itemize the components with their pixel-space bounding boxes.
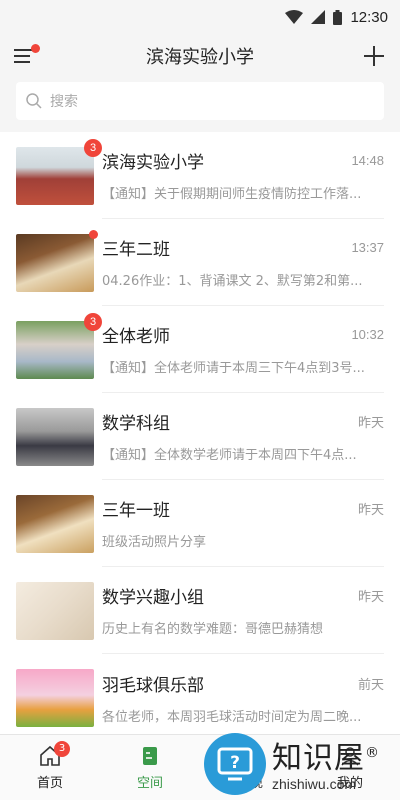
chat-preview: 班级活动照片分享 [102, 535, 207, 550]
chat-preview: 【通知】关于假期期间师生疫情防控工作落... [102, 187, 362, 202]
watermark-mark: ® [365, 745, 380, 761]
badminton-photo [16, 668, 94, 727]
chat-time: 昨天 [357, 502, 384, 517]
chat-name: 全体老师 [102, 327, 170, 347]
status-bar: 12:30 [0, 0, 400, 34]
chat-avatar: 3 [16, 138, 102, 205]
watermark-title: 知识屋® [272, 736, 380, 776]
search-placeholder: 搜索 [50, 94, 78, 110]
watermark-text: 知识屋® zhishiwu.com [272, 736, 380, 793]
menu-notification-dot [31, 44, 40, 53]
menu-icon [14, 49, 32, 51]
campus-photo [16, 146, 94, 205]
chat-name: 羽毛球俱乐部 [102, 675, 204, 696]
status-time: 12:30 [350, 8, 388, 26]
chat-preview: 【通知】全体老师请于本周三下午4点到3号... [102, 361, 365, 376]
tab-home[interactable]: 3 首页 [0, 735, 100, 800]
chat-item[interactable]: 数学兴趣小组 昨天 历史上有名的数学难题：哥德巴赫猜想 [0, 567, 400, 654]
chat-name: 三年二班 [102, 240, 170, 260]
top-header: 滨海实验小学 [0, 34, 400, 78]
chat-avatar: 3 [16, 312, 102, 379]
chat-avatar [16, 407, 94, 466]
chat-avatar [16, 668, 94, 727]
unread-badge: 3 [84, 312, 102, 331]
paper-photo [16, 581, 94, 640]
chat-time: 昨天 [357, 589, 384, 604]
help-screen-icon: ? [217, 747, 253, 781]
chat-list: 3 滨海实验小学 14:48 【通知】关于假期期间师生疫情防控工作落... 三年… [0, 132, 400, 741]
chat-avatar [16, 494, 94, 553]
menu-icon-bar [14, 55, 30, 57]
chat-name: 滨海实验小学 [102, 153, 204, 173]
watermark: ? 知识屋® zhishiwu.com [200, 728, 400, 800]
chat-name: 数学兴趣小组 [102, 588, 204, 608]
menu-icon-bar [14, 61, 30, 63]
books-photo [16, 494, 94, 553]
tab-label: 首页 [36, 776, 63, 791]
chat-time: 10:32 [351, 327, 384, 342]
group-photo [16, 320, 94, 379]
svg-text:?: ? [230, 753, 240, 773]
chat-name: 三年一班 [102, 501, 170, 521]
unread-dot [89, 229, 98, 239]
chat-preview: 各位老师，本周羽毛球活动时间定为周二晚... [102, 709, 362, 725]
watermark-title-text: 知识屋 [272, 741, 365, 776]
home-badge: 3 [54, 741, 70, 757]
books-photo [16, 233, 94, 292]
page-title: 滨海实验小学 [146, 47, 254, 68]
chat-time: 昨天 [357, 415, 384, 430]
watermark-subtitle: zhishiwu.com [272, 776, 357, 792]
chat-item[interactable]: 3 全体老师 10:32 【通知】全体老师请于本周三下午4点到3号... [0, 306, 400, 393]
space-icon [143, 747, 157, 765]
menu-button[interactable] [14, 44, 40, 68]
signal-icon [311, 10, 326, 24]
chat-preview: 04.26作业：1、背诵课文 2、默写第2和第... [102, 274, 363, 289]
team-photo [16, 407, 94, 466]
chat-item[interactable]: 3 滨海实验小学 14:48 【通知】关于假期期间师生疫情防控工作落... [0, 132, 400, 219]
chat-item[interactable]: 数学科组 昨天 【通知】全体数学老师请于本周四下午4点... [0, 393, 400, 480]
chat-time: 13:37 [351, 240, 384, 255]
search-icon [26, 93, 42, 109]
chat-item[interactable]: 三年一班 昨天 班级活动照片分享 [0, 480, 400, 567]
add-button[interactable] [362, 44, 386, 68]
chat-item[interactable]: 三年二班 13:37 04.26作业：1、背诵课文 2、默写第2和第... [0, 219, 400, 306]
watermark-logo: ? [204, 733, 266, 795]
search-input[interactable]: 搜索 [16, 82, 384, 120]
chat-preview: 历史上有名的数学难题：哥德巴赫猜想 [102, 622, 324, 637]
chat-preview: 【通知】全体数学老师请于本周四下午4点... [102, 448, 357, 463]
wifi-icon [285, 10, 304, 24]
chat-time: 前天 [357, 676, 384, 692]
chat-avatar [16, 229, 98, 292]
tab-label: 空间 [136, 776, 163, 791]
chat-time: 14:48 [351, 153, 384, 168]
tab-space[interactable]: 空间 [100, 735, 200, 800]
chat-avatar [16, 581, 94, 640]
battery-icon [333, 9, 343, 25]
search-container: 搜索 [0, 78, 400, 130]
chat-name: 数学科组 [102, 414, 170, 434]
unread-badge: 3 [84, 138, 102, 157]
